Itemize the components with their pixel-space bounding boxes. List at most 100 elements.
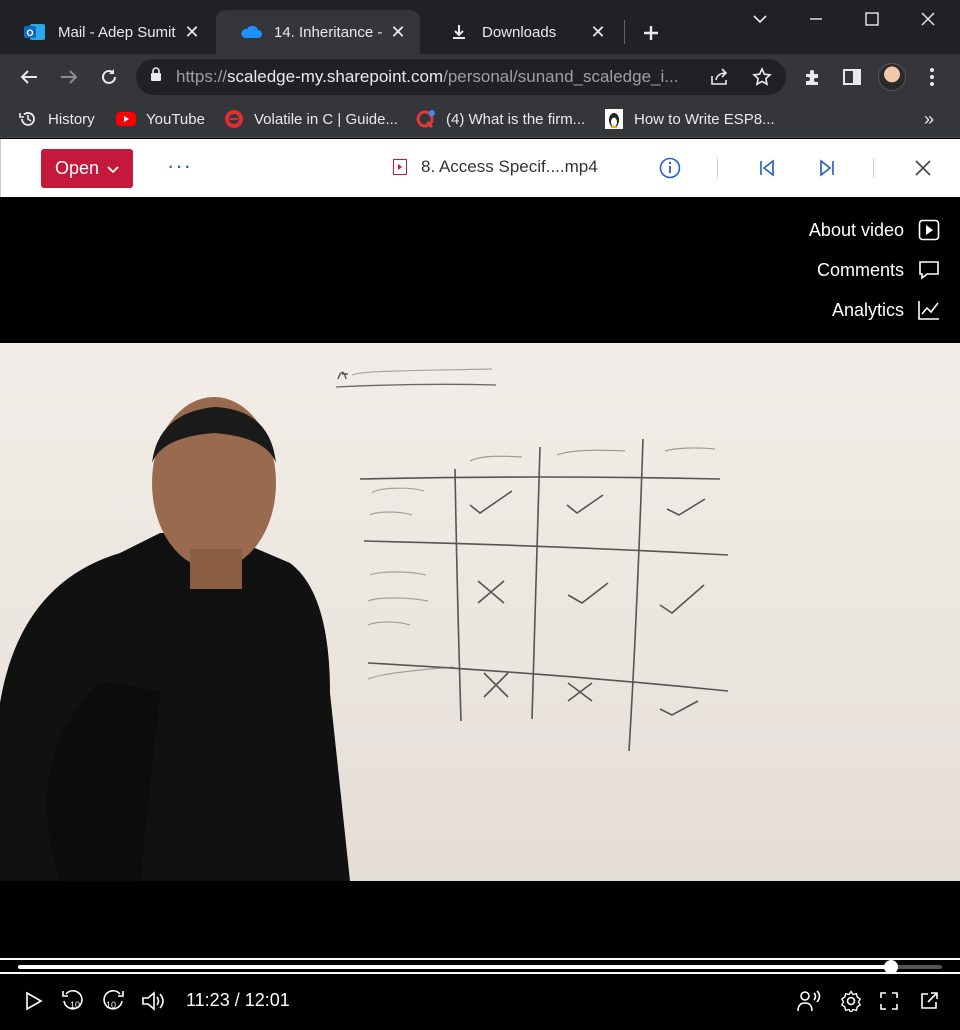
- skip-forward-10-button[interactable]: 10: [98, 986, 128, 1016]
- volume-button[interactable]: [138, 986, 168, 1016]
- close-icon[interactable]: ✕: [588, 22, 608, 42]
- star-icon[interactable]: [748, 63, 776, 91]
- settings-button[interactable]: [836, 986, 866, 1016]
- back-button[interactable]: [12, 60, 46, 94]
- pop-out-button[interactable]: [914, 986, 944, 1016]
- bookmark-label: (4) What is the firm...: [446, 110, 586, 128]
- tab-mail[interactable]: O Mail - Adep Sumit ✕: [0, 10, 214, 54]
- side-panel-icon[interactable]: [835, 60, 869, 94]
- reload-button[interactable]: [92, 60, 126, 94]
- file-title: 8. Access Specif....mp4: [393, 157, 598, 177]
- file-name: 8. Access Specif....mp4: [421, 157, 598, 176]
- tab-inheritance[interactable]: 14. Inheritance - O ✕: [216, 10, 420, 54]
- maximize-button[interactable]: [852, 4, 892, 34]
- tab-title: Mail - Adep Sumit: [58, 23, 176, 41]
- analytics-button[interactable]: Analytics: [809, 290, 942, 330]
- profile-avatar[interactable]: [878, 63, 906, 91]
- bookmark-label: Volatile in C | Guide...: [254, 110, 398, 128]
- video-content-image: [0, 368, 729, 881]
- header-divider: [717, 159, 718, 177]
- minimize-button[interactable]: [796, 4, 836, 34]
- bookmark-volatile[interactable]: Volatile in C | Guide...: [224, 106, 398, 132]
- about-video-button[interactable]: About video: [809, 210, 942, 250]
- linux-tux-icon: [604, 109, 624, 129]
- close-window-button[interactable]: [908, 4, 948, 34]
- tab-search-button[interactable]: [740, 4, 780, 34]
- bookmark-label: History: [48, 110, 95, 128]
- forward-button[interactable]: [52, 60, 86, 94]
- close-icon[interactable]: ✕: [182, 22, 202, 42]
- side-item-label: About video: [808, 219, 904, 240]
- bookmark-youtube[interactable]: YouTube: [116, 106, 205, 132]
- download-icon: [448, 21, 470, 43]
- browser-toolbar: https://scaledge-my.sharepoint.com/perso…: [0, 54, 960, 100]
- tab-title: 14. Inheritance - O: [274, 23, 382, 41]
- skip-forward-label: 10: [106, 1000, 116, 1010]
- share-icon[interactable]: [706, 63, 734, 91]
- tab-downloads[interactable]: Downloads ✕: [424, 10, 620, 54]
- open-label: Open: [54, 158, 100, 178]
- bookmarks-bar: History YouTube Volatile in C | Guide...…: [0, 100, 960, 138]
- lock-icon[interactable]: [150, 67, 162, 87]
- rewind-10-icon: 10: [62, 989, 83, 1010]
- bookmark-label: YouTube: [146, 110, 205, 128]
- chevron-down-icon: [107, 158, 119, 179]
- bookmark-label: How to Write ESP8...: [634, 110, 775, 128]
- video-frame[interactable]: [0, 343, 960, 881]
- forward-10-icon: 10: [103, 989, 124, 1010]
- header-divider: [873, 159, 874, 177]
- site-e-icon: [224, 109, 244, 129]
- volume-icon: [142, 991, 164, 1011]
- quora-icon: [416, 109, 436, 129]
- info-icon[interactable]: [658, 156, 682, 180]
- captions-speaker-button[interactable]: [794, 986, 824, 1016]
- url-text[interactable]: https://scaledge-my.sharepoint.com/perso…: [176, 67, 696, 87]
- play-box-icon: [916, 217, 942, 243]
- side-item-label: Comments: [816, 259, 904, 280]
- pop-out-icon: [921, 992, 938, 1009]
- url-scheme: https://: [176, 67, 228, 86]
- comments-button[interactable]: Comments: [809, 250, 942, 290]
- time-display: 11:23 / 12:01: [186, 990, 290, 1010]
- outlook-icon: O: [24, 21, 46, 43]
- video-file-icon: [393, 159, 407, 175]
- onedrive-cloud-icon: [240, 21, 262, 43]
- bookmarks-overflow-button[interactable]: »: [924, 106, 934, 132]
- previous-file-icon[interactable]: [755, 156, 779, 180]
- youtube-icon: [116, 109, 136, 129]
- browser-tab-strip: O Mail - Adep Sumit ✕ 14. Inheritance - …: [0, 0, 960, 54]
- seek-bar[interactable]: [18, 960, 942, 974]
- speaker-transcript-icon: [797, 990, 821, 1012]
- url-path: /personal/sunand_scaledge_i...: [443, 67, 679, 86]
- menu-kebab-icon[interactable]: [915, 60, 949, 94]
- fullscreen-icon: [880, 992, 898, 1010]
- url-host: scaledge-my.sharepoint.com: [227, 67, 444, 86]
- skip-back-label: 10: [70, 1000, 80, 1010]
- next-file-icon[interactable]: [815, 156, 839, 180]
- viewer-header: Open ··· 8. Access Specif....mp4: [0, 139, 960, 197]
- address-bar[interactable]: https://scaledge-my.sharepoint.com/perso…: [136, 59, 786, 95]
- gear-icon: [840, 990, 862, 1012]
- history-icon: [18, 109, 38, 129]
- play-button[interactable]: [18, 986, 48, 1016]
- video-side-menu: About video Comments Analytics: [809, 210, 942, 330]
- fullscreen-button[interactable]: [874, 986, 904, 1016]
- svg-text:O: O: [26, 28, 33, 38]
- new-tab-button[interactable]: [636, 18, 666, 48]
- skip-back-10-button[interactable]: 10: [58, 986, 88, 1016]
- bookmark-esp8266[interactable]: How to Write ESP8...: [604, 106, 775, 132]
- side-item-label: Analytics: [831, 299, 904, 320]
- seek-bar-fill: [18, 965, 892, 969]
- tab-title: Downloads: [482, 23, 557, 41]
- more-actions-button[interactable]: ···: [167, 153, 192, 179]
- play-icon: [26, 991, 43, 1011]
- comment-icon: [916, 257, 942, 283]
- close-icon[interactable]: [911, 156, 935, 180]
- bookmark-history[interactable]: History: [18, 106, 95, 132]
- close-icon[interactable]: ✕: [388, 22, 408, 42]
- tab-divider: [624, 20, 625, 44]
- bookmark-quora[interactable]: (4) What is the firm...: [416, 106, 585, 132]
- open-button[interactable]: Open: [41, 149, 133, 188]
- chart-line-icon: [916, 297, 942, 323]
- extensions-puzzle-icon[interactable]: [796, 60, 830, 94]
